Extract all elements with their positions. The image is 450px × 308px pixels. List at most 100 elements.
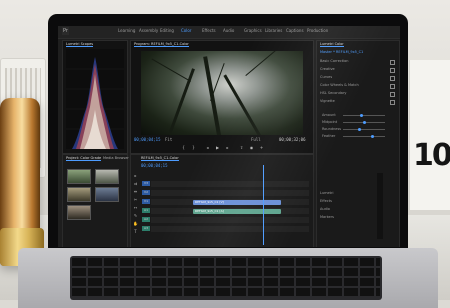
lumetri-scopes-panel: Lumetri Scopes — [62, 40, 128, 154]
slider-thumb[interactable] — [370, 135, 374, 138]
panel-link-audio[interactable]: Audio — [320, 207, 330, 211]
timeline-track[interactable] — [151, 226, 309, 232]
step-forward-icon[interactable]: ▸ — [225, 145, 230, 150]
slider-label: Roundness — [322, 127, 342, 131]
ripple-edit-icon[interactable]: ⇹ — [133, 189, 138, 194]
media-thumbnail[interactable] — [67, 187, 91, 202]
lumetri-section-2[interactable]: Curves — [320, 75, 332, 79]
keyboard-row — [72, 258, 380, 266]
timeline-track[interactable] — [151, 217, 309, 223]
section-toggle-checkbox[interactable] — [390, 100, 395, 105]
slider-thumb[interactable] — [358, 128, 362, 131]
waveform-scope — [66, 49, 124, 149]
lumetri-color-title[interactable]: Lumetri Color — [320, 42, 344, 47]
timeline-track[interactable] — [151, 190, 309, 196]
step-back-icon[interactable]: ◂ — [205, 145, 210, 150]
media-thumbnail[interactable] — [95, 169, 119, 184]
track-select-icon[interactable]: ⇉ — [133, 181, 138, 186]
lumetri-section-0[interactable]: Basic Correction — [320, 59, 349, 63]
workspace-tab-learning[interactable]: Learning — [118, 28, 135, 33]
slider-thumb[interactable] — [362, 121, 366, 124]
section-toggle-checkbox[interactable] — [390, 68, 395, 73]
book-cover — [410, 60, 450, 210]
settings-icon[interactable]: + — [259, 145, 264, 150]
lift-icon[interactable]: ⇧ — [239, 145, 244, 150]
workspace-tab-effects[interactable]: Effects — [202, 28, 216, 33]
workspace-tab-captions[interactable]: Captions — [286, 28, 304, 33]
slider-label: Amount — [322, 113, 336, 117]
project-panel: Project: Color Grade Media Browser — [62, 154, 129, 247]
play-icon[interactable]: ▶ — [215, 145, 220, 150]
track-header-a2[interactable]: A2 — [142, 217, 150, 222]
track-header-v1[interactable]: V1 — [142, 199, 150, 204]
panel-link-markers[interactable]: Markers — [320, 215, 334, 219]
master-clip-label[interactable]: Master * REFILM_9x5_C1 — [320, 50, 363, 54]
razor-tool-icon[interactable]: ✂ — [133, 197, 138, 202]
mark-out-icon[interactable]: } — [191, 145, 196, 150]
slider-track[interactable] — [343, 114, 385, 117]
type-tool-icon[interactable]: T — [133, 229, 138, 234]
slider-track[interactable] — [343, 128, 385, 131]
program-monitor-title[interactable]: Program: REFILM_9x5_C1-Color — [134, 42, 189, 47]
track-header-v2[interactable]: V2 — [142, 190, 150, 195]
media-thumbnail[interactable] — [67, 205, 91, 220]
resolution-dropdown[interactable]: Full — [251, 137, 261, 142]
section-toggle-checkbox[interactable] — [390, 92, 395, 97]
premiere-logo-icon: Pr — [62, 27, 69, 35]
track-header-v3[interactable]: V3 — [142, 181, 150, 186]
premiere-app-window: Pr Learning Assembly Editing Color Effects Au… — [58, 26, 400, 247]
timeline-title[interactable]: REFILM_9x5_C1-Color — [141, 156, 179, 161]
playhead[interactable] — [263, 165, 264, 245]
workspace-tab-production[interactable]: Production — [307, 28, 328, 33]
slider-track[interactable] — [343, 135, 385, 138]
fit-dropdown[interactable]: Fit — [165, 137, 172, 142]
lumetri-section-3[interactable]: Color Wheels & Match — [320, 83, 359, 87]
section-toggle-checkbox[interactable] — [390, 60, 395, 65]
workspace-bar: Pr Learning Assembly Editing Color Effects Au… — [58, 26, 400, 39]
section-toggle-checkbox[interactable] — [390, 84, 395, 89]
track-header-a3[interactable]: A3 — [142, 226, 150, 231]
workspace-tab-graphics[interactable]: Graphics — [244, 28, 262, 33]
mark-in-icon[interactable]: { — [181, 145, 186, 150]
lumetri-section-1[interactable]: Creative — [320, 67, 335, 71]
panel-link-effects[interactable]: Effects — [320, 199, 332, 203]
book-cover-text: 10 — [413, 138, 450, 173]
workspace-tab-libraries[interactable]: Libraries — [265, 28, 282, 33]
timeline-clip[interactable]: REFILM_9x5_C1 [V] — [193, 199, 281, 205]
duration-timecode: 00;00;32;06 — [279, 137, 306, 142]
workspace-tab-editing[interactable]: Editing — [160, 28, 174, 33]
keyboard-row — [72, 288, 380, 296]
selection-tool-icon[interactable]: ▸ — [133, 173, 138, 178]
timeline-track[interactable] — [151, 181, 309, 187]
timeline-timecode[interactable]: 00;00;04;15 — [141, 163, 168, 168]
track-header-a1[interactable]: A1 — [142, 208, 150, 213]
panel-link-lumetri[interactable]: Lumetri — [320, 191, 333, 195]
slider-thumb[interactable] — [360, 114, 364, 117]
tab-project[interactable]: Project: Color Grade — [66, 156, 102, 161]
slider-label: Midpoint — [322, 120, 338, 124]
keyboard-row — [72, 278, 380, 286]
audio-meters — [377, 173, 383, 239]
pen-tool-icon[interactable]: ✎ — [133, 213, 138, 218]
tab-lumetri-scopes[interactable]: Lumetri Scopes — [66, 42, 94, 47]
current-timecode[interactable]: 00;00;04;15 — [134, 137, 161, 142]
workspace-tab-assembly[interactable]: Assembly — [139, 28, 158, 33]
tools-panel: ▸ ⇉ ⇹ ✂ ↔ ✎ ✋ T — [133, 173, 139, 243]
workspace-tab-audio[interactable]: Audio — [223, 28, 234, 33]
tab-media-browser[interactable]: Media Browser — [103, 156, 129, 160]
export-frame-icon[interactable]: ◉ — [249, 145, 254, 150]
hand-tool-icon[interactable]: ✋ — [133, 221, 138, 226]
keyboard-row — [72, 268, 380, 276]
slip-tool-icon[interactable]: ↔ — [133, 205, 138, 210]
timeline-clip[interactable]: REFILM_9x5_C1 [A] — [193, 208, 281, 214]
lumetri-section-4[interactable]: HSL Secondary — [320, 91, 346, 95]
section-toggle-checkbox[interactable] — [390, 76, 395, 81]
workspace-tab-color[interactable]: Color — [181, 28, 191, 33]
media-thumbnail[interactable] — [67, 169, 91, 184]
lumetri-color-panel: Lumetri Color Master * REFILM_9x5_C1 Bas… — [316, 40, 400, 247]
transport-controls: { } ◂ ▶ ▸ ⇧ ◉ + — [161, 145, 281, 151]
slider-track[interactable] — [343, 121, 385, 124]
media-thumbnail[interactable] — [95, 187, 119, 202]
video-frame-forest — [141, 51, 303, 135]
lumetri-section-5[interactable]: Vignette — [320, 99, 335, 103]
